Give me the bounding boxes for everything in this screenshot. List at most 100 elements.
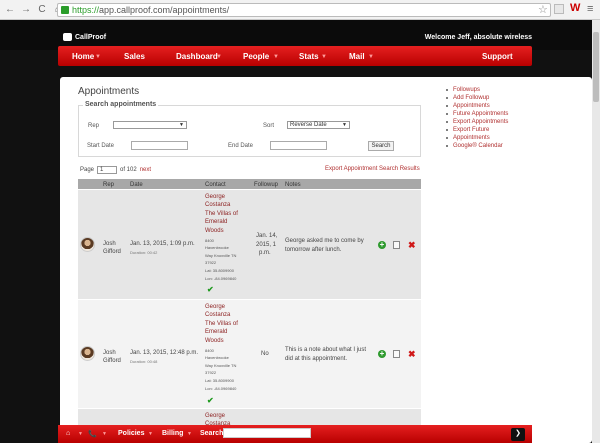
page-select-value: 1 <box>100 167 104 173</box>
extension-w-icon[interactable]: W <box>570 2 580 14</box>
note-line-2: tomorrow after lunch. <box>285 247 342 253</box>
sidebar-item-google-calendar[interactable]: Google® Calendar <box>444 142 549 150</box>
sidebar-item-export-appointments[interactable]: Export Appointments <box>444 118 549 126</box>
end-date-label: End Date <box>228 143 254 149</box>
chevron-down-icon: ▼ <box>179 122 184 128</box>
collapse-toggle-icon[interactable]: ❯ <box>511 428 525 441</box>
delete-icon[interactable]: ✖ <box>408 350 416 359</box>
address-line-2: Havenbrooke <box>205 355 229 360</box>
address-bar[interactable]: https://app.callproof.com/appointments/ <box>57 3 551 17</box>
address-line-4: 37922 <box>205 260 217 265</box>
extension-icon[interactable] <box>554 4 564 14</box>
search-legend: Search appointments <box>83 101 159 108</box>
browser-menu-icon[interactable]: ≡ <box>587 3 593 15</box>
delete-icon[interactable]: ✖ <box>408 241 416 250</box>
back-icon[interactable]: ← <box>4 4 16 16</box>
add-icon[interactable]: + <box>378 350 386 358</box>
address-line-2: Havenbrooke <box>205 245 229 250</box>
page-title: Appointments <box>78 86 140 97</box>
column-header-date: Date <box>130 182 143 188</box>
reload-icon[interactable]: C <box>36 4 48 16</box>
sidebar-item-followups[interactable]: Followups <box>444 86 549 94</box>
company-line-1[interactable]: The Villas of <box>205 321 238 328</box>
sidebar-item-export-future[interactable]: Export Future <box>444 126 549 134</box>
sort-select-value: Reverse Date <box>290 122 327 128</box>
page-count: of 102 <box>120 167 137 173</box>
rep-last-name: Gifford <box>103 249 121 255</box>
sidebar-item-future-appointments[interactable]: Future Appointments <box>444 110 549 118</box>
address-line-1: 8400 <box>205 348 214 353</box>
rep-select[interactable]: ▼ <box>113 121 187 129</box>
contact-first-name[interactable]: George <box>205 304 225 311</box>
contact-first-name[interactable]: George <box>205 413 225 420</box>
contact-first-name[interactable]: George <box>205 194 225 201</box>
rep-last-name: Gifford <box>103 358 121 364</box>
latitude: Lat: 35.8009900 <box>205 268 234 273</box>
nav-home[interactable]: Home <box>72 52 94 61</box>
nav-sales[interactable]: Sales <box>124 52 145 61</box>
chevron-down-icon: ▼ <box>273 54 279 60</box>
nav-mail[interactable]: Mail <box>349 52 365 61</box>
company-line-2[interactable]: Emerald <box>205 219 227 226</box>
company-line-1[interactable]: The Villas of <box>205 211 238 218</box>
logo-icon <box>63 33 72 41</box>
start-date-input[interactable] <box>131 141 188 150</box>
sidebar-links: Followups Add Followup Appointments Futu… <box>444 86 549 150</box>
company-line-3[interactable]: Woods <box>205 338 224 345</box>
nav-support[interactable]: Support <box>482 52 513 61</box>
main-nav: Home ▼ Sales Dashboard ▼ People ▼ Stats … <box>58 46 532 66</box>
pager: Page 1 of 102 next <box>80 166 151 174</box>
chevron-down-icon: ▼ <box>368 54 374 60</box>
policies-button[interactable]: Policies <box>118 430 144 437</box>
chevron-down-icon: ▼ <box>321 54 327 60</box>
company-line-3[interactable]: Woods <box>205 228 224 235</box>
nav-stats[interactable]: Stats <box>299 52 319 61</box>
address-line-3: Way Knoxville TN <box>205 363 237 368</box>
sort-select[interactable]: Reverse Date ▼ <box>287 121 350 129</box>
bookmark-star-icon[interactable]: ☆ <box>538 3 548 16</box>
chevron-down-icon: ▼ <box>95 54 101 60</box>
document-icon[interactable] <box>393 241 400 249</box>
forward-icon[interactable]: → <box>20 4 32 16</box>
column-header-followup: Followup <box>254 182 279 188</box>
search-button[interactable]: Search <box>368 141 394 151</box>
contact-last-name[interactable]: Costanza <box>205 312 230 319</box>
appointment-date: Jan. 13, 2015, 12:48 p.m. <box>130 350 199 356</box>
sidebar-item-appointments[interactable]: Appointments <box>444 102 549 110</box>
page-scrollbar[interactable] <box>592 20 600 443</box>
rep-first-name: Josh <box>103 241 116 247</box>
sidebar-item-export-future-cont[interactable]: Appointments <box>444 134 549 142</box>
avatar <box>80 346 95 361</box>
pager-label: Page <box>80 167 95 173</box>
start-date-label: Start Date <box>87 143 115 149</box>
note-line-1: George asked me to come by <box>285 238 364 244</box>
chevron-down-icon: ▼ <box>187 431 192 437</box>
followup-line-3: p.m. <box>259 250 271 256</box>
lock-icon <box>61 6 69 14</box>
followup-line-1: Jan. 14, <box>256 233 278 239</box>
chevron-down-icon: ▼ <box>102 431 107 437</box>
export-results-link[interactable]: Export Appointment Search Results <box>325 166 420 172</box>
home-icon[interactable]: ⌂ <box>66 430 70 437</box>
followup-line-2: 2015, 1 <box>256 242 277 248</box>
add-icon[interactable]: + <box>378 241 386 249</box>
end-date-input[interactable] <box>270 141 327 150</box>
document-icon[interactable] <box>393 350 400 358</box>
check-icon: ✔ <box>207 285 214 294</box>
appointment-duration: Duration: 00:42 <box>130 250 158 255</box>
phone-icon[interactable]: 📞 <box>88 430 97 438</box>
scrollbar-thumb[interactable] <box>593 32 599 102</box>
longitude: Lon: -84.0969840 <box>205 276 237 281</box>
brand-logo[interactable]: CallProof <box>63 33 106 41</box>
longitude: Lon: -84.0969840 <box>205 386 237 391</box>
chevron-down-icon: ▼ <box>342 122 347 128</box>
nav-dashboard[interactable]: Dashboard <box>176 52 218 61</box>
next-page-link[interactable]: next <box>140 167 151 173</box>
sidebar-item-add-followup[interactable]: Add Followup <box>444 94 549 102</box>
page-select[interactable]: 1 <box>97 166 118 174</box>
company-line-2[interactable]: Emerald <box>205 329 227 336</box>
billing-button[interactable]: Billing <box>162 430 183 437</box>
bottom-search-input[interactable] <box>223 428 311 438</box>
nav-people[interactable]: People <box>243 52 269 61</box>
contact-last-name[interactable]: Costanza <box>205 202 230 209</box>
